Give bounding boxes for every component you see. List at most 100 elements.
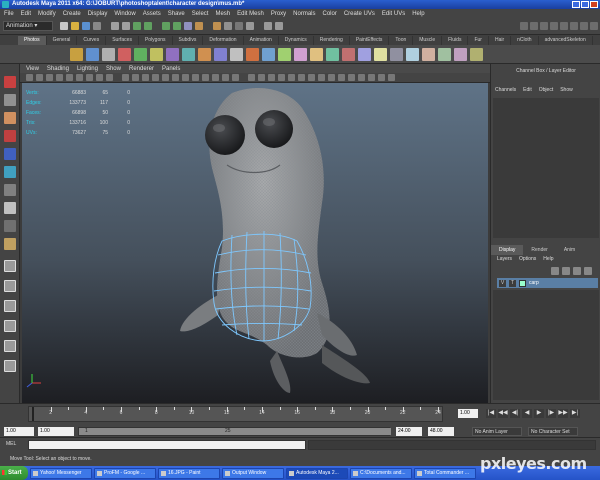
shelf-tool-icon[interactable] xyxy=(246,48,259,61)
panel-tool-icon[interactable] xyxy=(96,74,103,81)
soft-mod-icon[interactable] xyxy=(4,202,16,214)
step-back-key-button[interactable]: ◀◀ xyxy=(498,409,508,418)
minimize-icon[interactable] xyxy=(572,1,580,8)
menu-edit[interactable]: Edit xyxy=(21,11,31,17)
panel-tool-icon[interactable] xyxy=(308,74,315,81)
snap-point-icon[interactable] xyxy=(162,22,170,30)
step-forward-frame-button[interactable]: |▶ xyxy=(546,409,556,418)
rotate-tool-icon[interactable] xyxy=(4,148,16,160)
menu-color[interactable]: Color xyxy=(323,11,337,17)
panel-tool-icon[interactable] xyxy=(56,74,63,81)
shelf-tab-muscle[interactable]: Muscle xyxy=(413,36,443,45)
step-forward-key-button[interactable]: ▶▶ xyxy=(558,409,568,418)
step-back-frame-button[interactable]: ◀| xyxy=(510,409,520,418)
menu-modify[interactable]: Modify xyxy=(38,11,56,17)
panel-tool-icon[interactable] xyxy=(152,74,159,81)
menu-shave[interactable]: Shave xyxy=(168,11,185,17)
play-forwards-button[interactable]: ▶ xyxy=(534,409,544,418)
shelf-tab-polygons[interactable]: Polygons xyxy=(139,36,173,45)
range-handle[interactable]: 1 25 xyxy=(79,428,391,435)
shelf-tab-deformation[interactable]: Deformation xyxy=(203,36,244,45)
shelf-tool-icon[interactable] xyxy=(358,48,371,61)
shelf-tool-icon[interactable] xyxy=(230,48,243,61)
shelf-tool-icon[interactable] xyxy=(86,48,99,61)
layer-options-icon[interactable] xyxy=(573,267,581,275)
channel-menu-object[interactable]: Object xyxy=(539,87,553,93)
menu-select[interactable]: Select xyxy=(192,11,209,17)
shelf-tool-icon[interactable] xyxy=(406,48,419,61)
render-frame-icon[interactable] xyxy=(195,22,203,30)
shelf-tab-animation[interactable]: Animation xyxy=(244,36,279,45)
menu-display[interactable]: Display xyxy=(88,11,108,17)
anim-end-field[interactable]: 48.00 xyxy=(428,427,454,436)
scale-tool-icon[interactable] xyxy=(4,166,16,178)
panel-tool-icon[interactable] xyxy=(36,74,43,81)
persp-graph-layout-icon[interactable] xyxy=(4,320,16,332)
channel-menu-edit[interactable]: Edit xyxy=(523,87,532,93)
taskbar-item[interactable]: Output Window xyxy=(222,467,284,479)
outliner-icon[interactable] xyxy=(4,360,16,372)
paint-select-icon[interactable] xyxy=(4,112,16,124)
snap-plane-icon[interactable] xyxy=(173,22,181,30)
shelf-tool-icon[interactable] xyxy=(150,48,163,61)
panel-menu-renderer[interactable]: Renderer xyxy=(129,66,154,72)
shelf-tool-icon[interactable] xyxy=(422,48,435,61)
panel-tool-icon[interactable] xyxy=(318,74,325,81)
show-hide-tool-icon[interactable] xyxy=(264,22,272,30)
anim-layer-dropdown[interactable]: No Anim Layer xyxy=(472,427,522,436)
menu-edit-mesh[interactable]: Edit Mesh xyxy=(237,11,264,17)
shelf-tab-dynamics[interactable]: Dynamics xyxy=(279,36,314,45)
panel-tool-icon[interactable] xyxy=(26,74,33,81)
panel-tool-icon[interactable] xyxy=(328,74,335,81)
menu-proxy[interactable]: Proxy xyxy=(271,11,286,17)
shelf-tab-surfaces[interactable]: Surfaces xyxy=(106,36,139,45)
shelf-tool-icon[interactable] xyxy=(294,48,307,61)
current-frame-field[interactable]: 1.00 xyxy=(458,409,478,418)
layer-menu-help[interactable]: Help xyxy=(543,256,553,262)
menu-file[interactable]: File xyxy=(4,11,14,17)
status-toggle-icon[interactable] xyxy=(590,22,598,30)
panel-tool-icon[interactable] xyxy=(106,74,113,81)
playback-end-field[interactable]: 24.00 xyxy=(396,427,422,436)
panel-tool-icon[interactable] xyxy=(132,74,139,81)
panel-tool-icon[interactable] xyxy=(222,74,229,81)
panel-tool-icon[interactable] xyxy=(76,74,83,81)
shelf-tool-icon[interactable] xyxy=(118,48,131,61)
menu-set-dropdown[interactable]: Animation ▾ xyxy=(3,21,53,31)
status-toggle-icon[interactable] xyxy=(570,22,578,30)
shelf-tool-icon[interactable] xyxy=(134,48,147,61)
mel-input[interactable] xyxy=(28,440,306,450)
new-scene-icon[interactable] xyxy=(60,22,68,30)
shelf-tab-fluids[interactable]: Fluids xyxy=(442,36,469,45)
taskbar-item[interactable]: Yahoo! Messenger xyxy=(30,467,92,479)
shelf-tab-photos[interactable]: Photos xyxy=(18,36,47,45)
single-pane-layout-icon[interactable] xyxy=(4,260,16,272)
menu-mesh[interactable]: Mesh xyxy=(215,11,230,17)
panel-tool-icon[interactable] xyxy=(172,74,179,81)
status-toggle-icon[interactable] xyxy=(520,22,528,30)
shelf-tool-icon[interactable] xyxy=(166,48,179,61)
perspective-viewport[interactable]: Verts: 66883 65 0 Edges: 133773 117 0 Faces: 6689… xyxy=(22,83,488,404)
snap-curve-icon[interactable] xyxy=(144,22,152,30)
four-pane-layout-icon[interactable] xyxy=(4,280,16,292)
shelf-tab-toon[interactable]: Toon xyxy=(389,36,414,45)
taskbar-item[interactable]: C:\Documents and... xyxy=(350,467,412,479)
menu-normals[interactable]: Normals xyxy=(293,11,315,17)
panel-tool-icon[interactable] xyxy=(258,74,265,81)
panel-tool-icon[interactable] xyxy=(86,74,93,81)
menu-edit-uvs[interactable]: Edit UVs xyxy=(382,11,405,17)
shelf-tab-subdivs[interactable]: Subdivs xyxy=(173,36,204,45)
show-hide-attr-icon[interactable] xyxy=(275,22,283,30)
panel-tool-icon[interactable] xyxy=(232,74,239,81)
shelf-tool-icon[interactable] xyxy=(102,48,115,61)
go-to-start-button[interactable]: |◀ xyxy=(486,409,496,418)
layer-color-swatch[interactable] xyxy=(519,279,526,287)
maximize-icon[interactable] xyxy=(581,1,589,8)
history-icon[interactable] xyxy=(184,22,192,30)
shelf-tool-icon[interactable] xyxy=(438,48,451,61)
shelf-tab-rendering[interactable]: Rendering xyxy=(314,36,350,45)
panel-menu-show[interactable]: Show xyxy=(106,66,121,72)
current-time-marker[interactable] xyxy=(32,407,34,421)
panel-menu-shading[interactable]: Shading xyxy=(47,66,69,72)
shelf-tool-icon[interactable] xyxy=(374,48,387,61)
